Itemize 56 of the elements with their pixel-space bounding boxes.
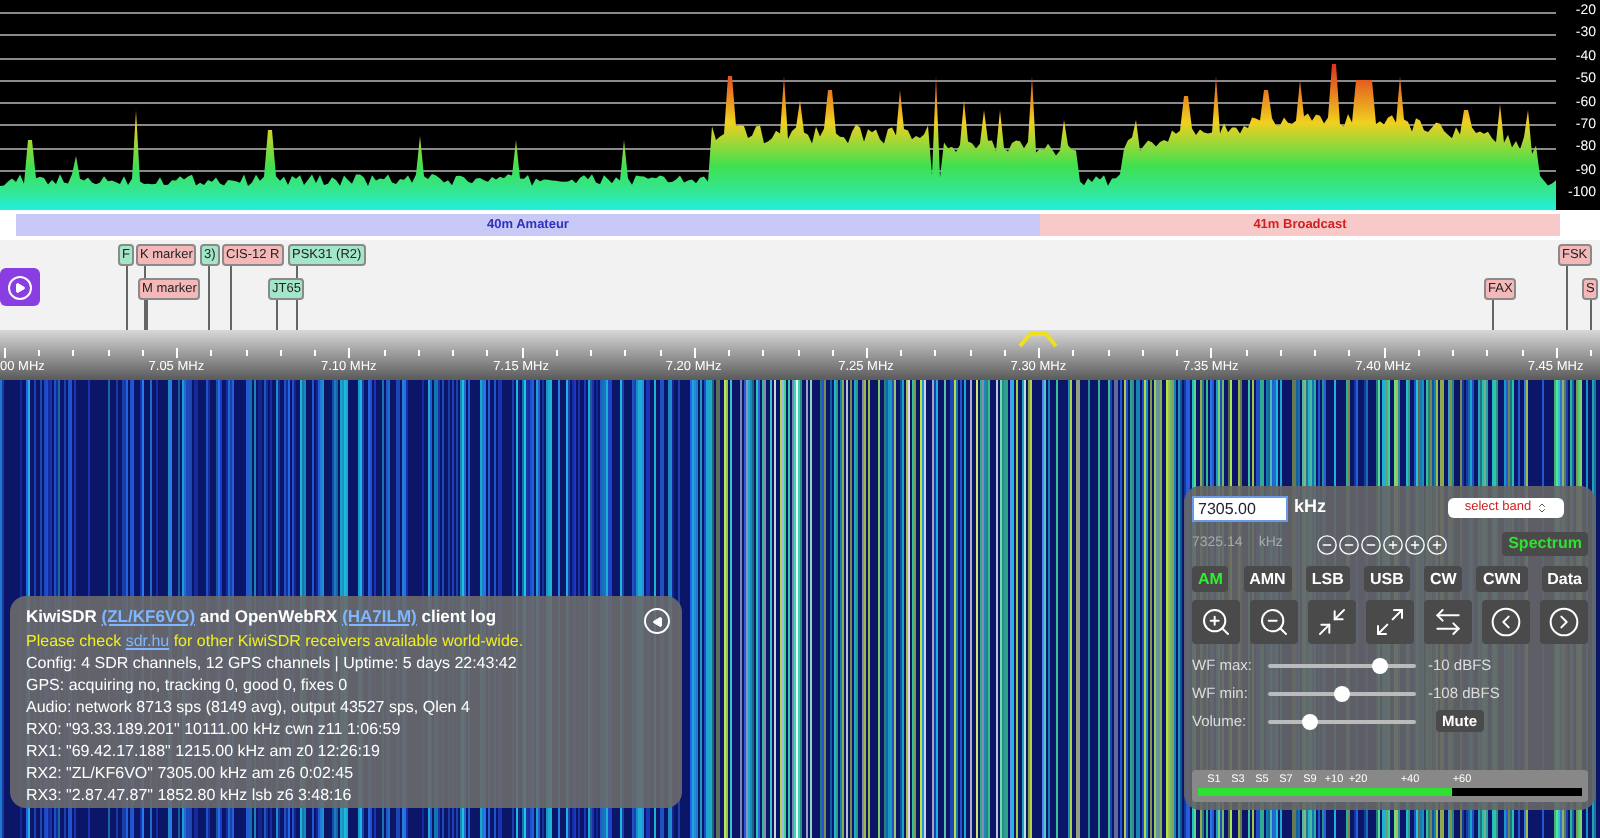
notice-text: Please check sdr.hu for other KiwiSDR receivers available world-wide.	[26, 630, 526, 652]
chevron-left-button[interactable]	[1482, 600, 1530, 644]
arrows-outward-button[interactable]	[1366, 600, 1414, 644]
slider-thumb[interactable]	[1372, 657, 1389, 673]
step-up-button[interactable]	[1404, 533, 1427, 555]
triangle-left-icon	[651, 615, 663, 627]
mode-button[interactable]: LSB	[1305, 566, 1350, 592]
leader-line	[1566, 266, 1568, 330]
zoom-out-button[interactable]	[1250, 600, 1298, 644]
arrows-inward-icon	[1316, 606, 1348, 638]
chevron-right-button[interactable]	[1540, 600, 1588, 644]
swap-arrows-button[interactable]	[1424, 600, 1472, 644]
zoom-out-icon	[1258, 606, 1290, 638]
leader-line	[276, 300, 278, 330]
mode-button[interactable]: AMN	[1243, 566, 1292, 592]
arrows-outward-icon	[1374, 606, 1406, 638]
leader-line	[1590, 300, 1592, 330]
play-button[interactable]	[0, 268, 40, 306]
log-line: Audio: network 8713 sps (8149 avg), output 43527 sps, Qlen 4	[26, 696, 472, 718]
collapse-button[interactable]	[644, 608, 670, 634]
mode-button[interactable]: USB	[1364, 566, 1410, 592]
step-down-button[interactable]	[1338, 533, 1361, 555]
leader-line	[126, 266, 128, 330]
log-line: GPS: acquiring no, tracking 0, good 0, fixes 0	[26, 674, 350, 696]
slider-thumb[interactable]	[1334, 685, 1350, 701]
mode-button[interactable]: CW	[1424, 566, 1463, 592]
arrows-inward-button[interactable]	[1308, 600, 1356, 644]
step-up-button[interactable]	[1426, 533, 1449, 555]
step-down-button[interactable]	[1360, 533, 1383, 555]
mode-button[interactable]: CWN	[1476, 566, 1528, 592]
step-down-button[interactable]	[1316, 533, 1339, 555]
step-up-button[interactable]	[1382, 533, 1405, 555]
log-line: Config: 4 SDR channels, 12 GPS channels | Uptime: 5 days 22:43:42	[26, 652, 519, 674]
slider[interactable]	[1268, 711, 1416, 731]
slider[interactable]	[1268, 655, 1416, 675]
mode-button[interactable]: AM	[1192, 566, 1229, 592]
frequency-input[interactable]: 7305.00	[1192, 495, 1288, 521]
log-line: RX2: "ZL/KF6VO" 7305.00 kHz am z6 0:02:45	[26, 762, 356, 784]
swap-arrows-icon	[1432, 606, 1464, 638]
zoom-in-icon	[1200, 606, 1232, 638]
log-line: RX0: "93.33.189.201" 10111.00 kHz cwn z11 1:06:59	[26, 718, 403, 740]
mode-button[interactable]: Data	[1541, 566, 1588, 592]
spectrum-button[interactable]: Spectrum	[1502, 532, 1588, 556]
chevron-left-icon	[1490, 606, 1522, 638]
slider-thumb[interactable]	[1301, 713, 1318, 729]
leader-line	[208, 266, 210, 330]
leader-line	[230, 266, 232, 330]
log-line: RX1: "69.42.17.188" 1215.00 kHz am z0 12:26:19	[26, 740, 382, 762]
passband-marker-icon[interactable]	[1018, 332, 1058, 348]
slider[interactable]	[1268, 683, 1416, 703]
unit-label: kHz	[1294, 494, 1327, 521]
zoom-in-button[interactable]	[1192, 600, 1240, 644]
leader-line	[1492, 300, 1494, 330]
log-line: RX3: "2.87.47.87" 1852.80 kHz lsb z6 3:48:16	[26, 784, 354, 806]
chevron-right-icon	[1548, 606, 1580, 638]
triangle-right-icon	[14, 281, 26, 293]
